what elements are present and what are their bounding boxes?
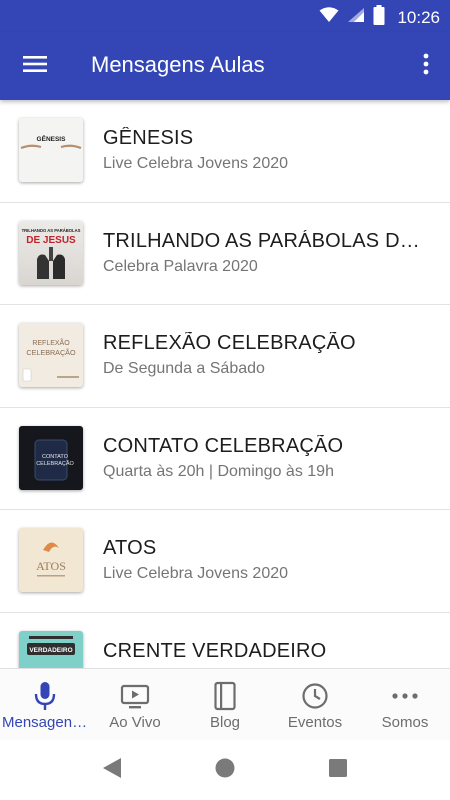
item-title: TRILHANDO AS PARÁBOLAS DE JESUS [103,229,433,252]
battery-icon [373,5,385,30]
app-bar: Mensagens Aulas [0,32,450,100]
back-triangle-icon [102,757,122,784]
item-subtitle: Celebra Palavra 2020 [103,257,258,275]
status-icons: 10:26 [319,5,440,30]
thumb-text-main: DE JESUS [26,235,76,246]
item-title: GÊNESIS [103,127,194,149]
thumbnail-crente: VERDADEIRO [19,630,83,668]
item-subtitle: Quarta às 20h | Domingo às 19h [103,462,334,480]
bottom-navigation: Mensagens Aulas Ao Vivo Blog Evento [0,668,450,740]
recents-button[interactable] [326,758,350,782]
nav-item-ao-vivo[interactable]: Ao Vivo [90,669,180,740]
thumb-text-top: TRILHANDO AS PARÁBOLAS [22,228,81,233]
thumb-text-main: CELEBRAÇÃO [36,460,74,467]
status-time: 10:26 [397,7,440,27]
clock-icon [300,681,330,711]
nav-label: Somos [381,714,429,731]
thumb-text-main: CELEBRAÇÃO [26,348,76,357]
thumbnail-atos: ATOS [19,528,83,592]
thumb-text: ATOS [36,559,66,573]
nav-label: Blog [209,714,241,731]
item-title: ATOS [103,537,157,559]
menu-button[interactable] [18,52,52,80]
item-title: CONTATO CELEBRAÇÃO [103,434,344,457]
list-item[interactable]: VERDADEIRO CRENTE VERDADEIRO [0,613,450,668]
thumbnail-genesis: GÊNESIS [19,118,83,182]
thumb-text: VERDADEIRO [29,647,72,654]
more-vertical-icon [423,53,429,80]
item-subtitle: Live Celebra Jovens 2020 [103,155,289,172]
thumb-text: GÊNESIS [37,134,67,143]
nav-item-mensagens[interactable]: Mensagens Aulas [0,669,90,740]
list-item[interactable]: CONTATO CELEBRAÇÃO CONTATO CELEBRAÇÃO Qu… [0,408,450,510]
thumb-text-top: CONTATO [42,454,69,460]
item-subtitle: Live Celebra Jovens 2020 [103,565,289,582]
thumbnail-reflexao: REFLEXÃO CELEBRAÇÃO [19,323,83,387]
wifi-icon [319,7,339,28]
microphone-icon [30,681,60,711]
nav-label: Ao Vivo [109,714,161,731]
home-circle-icon [214,757,236,784]
status-bar: 10:26 [0,0,450,32]
item-title: CRENTE VERDADEIRO [103,639,327,662]
thumb-text-top: REFLEXÃO [32,338,70,347]
system-navigation-bar [0,740,450,800]
live-tv-icon [120,681,150,711]
list-item[interactable]: REFLEXÃO CELEBRAÇÃO REFLEXÃO CELEBRAÇÃO … [0,305,450,408]
thumbnail-parabolas: TRILHANDO AS PARÁBOLAS DE JESUS [19,220,83,285]
message-list[interactable]: GÊNESIS GÊNESIS Live Celebra Jovens 2020… [0,100,450,668]
home-button[interactable] [213,758,237,782]
book-icon [210,681,240,711]
overflow-menu-button[interactable] [416,50,436,82]
item-subtitle: De Segunda a Sábado [103,360,265,377]
nav-item-somos[interactable]: Somos [360,669,450,740]
list-item[interactable]: TRILHANDO AS PARÁBOLAS DE JESUS TRILHAND… [0,203,450,305]
item-title: REFLEXÃO CELEBRAÇÃO [103,332,356,354]
nav-label: Mensagens Aulas [2,714,90,731]
list-item[interactable]: ATOS ATOS Live Celebra Jovens 2020 [0,510,450,613]
recents-square-icon [328,758,348,783]
nav-label: Eventos [287,714,343,731]
nav-item-blog[interactable]: Blog [180,669,270,740]
app-title: Mensagens Aulas [91,52,265,77]
list-item[interactable]: GÊNESIS GÊNESIS Live Celebra Jovens 2020 [0,100,450,203]
hamburger-icon [22,54,48,79]
thumbnail-contato: CONTATO CELEBRAÇÃO [19,425,83,490]
more-horizontal-icon [390,681,420,711]
nav-item-eventos[interactable]: Eventos [270,669,360,740]
back-button[interactable] [100,757,124,784]
cell-signal-icon [347,7,365,28]
